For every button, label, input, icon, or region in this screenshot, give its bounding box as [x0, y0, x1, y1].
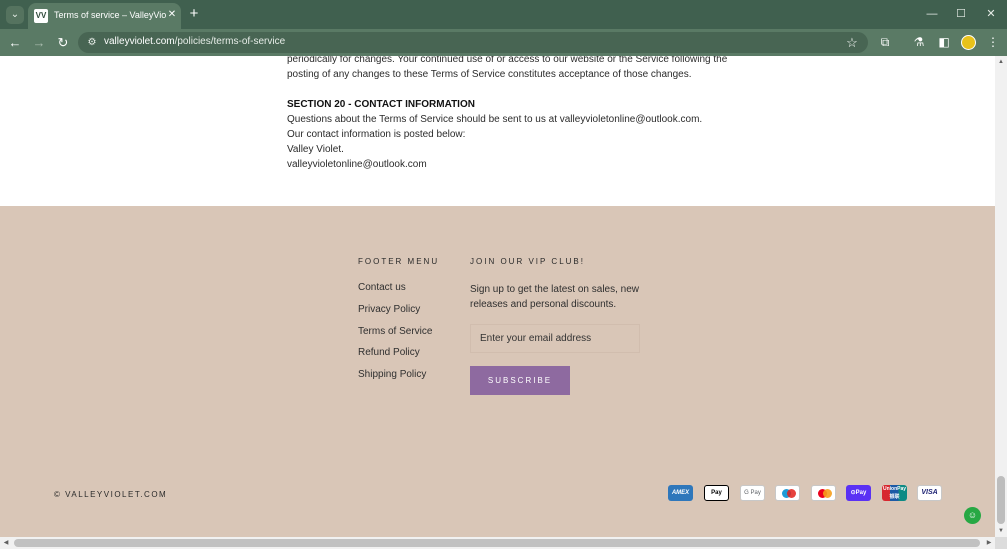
amex-icon: AMEX	[668, 485, 693, 501]
window-close-button[interactable]: ✕	[981, 5, 1001, 23]
google-pay-icon: G Pay	[740, 485, 765, 501]
horizontal-scrollbar[interactable]: ◀ ▶	[0, 537, 995, 549]
vertical-scrollbar[interactable]: ▲ ▼	[995, 56, 1007, 537]
mastercard-circle-orange	[823, 489, 832, 498]
mastercard-icon	[811, 485, 836, 501]
unionpay-icon: UnionPay 银联	[882, 485, 907, 501]
copyright-text: © VALLEYVIOLET.COM	[54, 490, 168, 499]
scroll-left-arrow-icon[interactable]: ◀	[0, 537, 12, 549]
visa-icon: VISA	[917, 485, 942, 501]
footer-link-refund[interactable]: Refund Policy	[358, 347, 420, 358]
browser-toolbar: ← → ↻ ⚙ valleyviolet.com/policies/terms-…	[0, 29, 1007, 56]
tos-paragraph-line: valleyvioletonline@outlook.com	[287, 159, 427, 170]
footer-menu-title: FOOTER MENU	[358, 257, 440, 266]
page-viewport: periodically for changes. Your continued…	[0, 56, 995, 537]
section-heading: SECTION 20 - CONTACT INFORMATION	[287, 99, 475, 110]
url-path: /policies/terms-of-service	[174, 36, 286, 47]
footer-link-contact[interactable]: Contact us	[358, 282, 406, 293]
vip-description: Sign up to get the latest on sales, new …	[470, 284, 639, 310]
extensions-icon[interactable]: ⧉	[877, 34, 893, 51]
tos-paragraph-line: periodically for changes. Your continued…	[287, 56, 728, 65]
site-footer: FOOTER MENU Contact us Privacy Policy Te…	[0, 206, 995, 537]
url-domain: valleyviolet.com	[104, 36, 175, 47]
scroll-down-arrow-icon[interactable]: ▼	[995, 525, 1007, 537]
chat-widget-icon[interactable]: ☺	[964, 507, 981, 524]
apple-pay-icon: Pay	[704, 485, 729, 501]
labs-icon[interactable]: ⚗	[911, 34, 927, 51]
back-button[interactable]: ←	[7, 34, 23, 51]
maximize-button[interactable]: ☐	[951, 5, 971, 23]
browser-menu-icon[interactable]: ⋮	[985, 34, 1001, 51]
footer-link-privacy[interactable]: Privacy Policy	[358, 304, 420, 315]
shop-pay-icon: ⊙Pay	[846, 485, 871, 501]
vip-club-title: JOIN OUR VIP CLUB!	[470, 257, 585, 266]
forward-button[interactable]: →	[31, 34, 47, 51]
scroll-right-arrow-icon[interactable]: ▶	[983, 537, 995, 549]
reload-button[interactable]: ↻	[55, 34, 71, 51]
maestro-circle-red	[787, 489, 796, 498]
profile-avatar[interactable]	[961, 35, 976, 50]
horizontal-scroll-thumb[interactable]	[14, 539, 980, 547]
site-favicon-icon: VV	[34, 9, 48, 23]
terms-content: periodically for changes. Your continued…	[0, 56, 995, 206]
tos-paragraph-line: posting of any changes to these Terms of…	[287, 69, 692, 80]
tab-title: Terms of service – ValleyViolet	[54, 10, 166, 20]
maestro-icon	[775, 485, 800, 501]
tos-paragraph-line: Questions about the Terms of Service sho…	[287, 114, 703, 125]
site-info-icon[interactable]: ⚙	[85, 35, 99, 50]
minimize-button[interactable]: —	[922, 5, 942, 23]
bookmark-star-icon[interactable]: ☆	[844, 34, 860, 51]
footer-link-terms[interactable]: Terms of Service	[358, 326, 432, 337]
tos-paragraph-line: Valley Violet.	[287, 144, 344, 155]
newsletter-email-input[interactable]	[470, 324, 640, 353]
tab-close-icon[interactable]: ✕	[166, 8, 178, 22]
address-bar[interactable]: ⚙ valleyviolet.com/policies/terms-of-ser…	[78, 32, 868, 53]
vertical-scroll-thumb[interactable]	[997, 476, 1005, 524]
scrollbar-corner	[995, 537, 1007, 549]
side-panel-icon[interactable]: ◧	[936, 34, 952, 51]
browser-tab-active[interactable]: VV Terms of service – ValleyViolet ✕	[28, 3, 181, 29]
tos-paragraph-line: Our contact information is posted below:	[287, 129, 466, 140]
subscribe-button[interactable]: SUBSCRIBE	[470, 366, 570, 395]
url-text[interactable]: valleyviolet.com/policies/terms-of-servi…	[104, 36, 285, 47]
scroll-up-arrow-icon[interactable]: ▲	[995, 56, 1007, 68]
footer-link-shipping[interactable]: Shipping Policy	[358, 369, 426, 380]
browser-tabbar: ⌄ VV Terms of service – ValleyViolet ✕ +…	[0, 0, 1007, 29]
tab-search-button[interactable]: ⌄	[6, 6, 24, 24]
new-tab-button[interactable]: +	[186, 5, 202, 23]
